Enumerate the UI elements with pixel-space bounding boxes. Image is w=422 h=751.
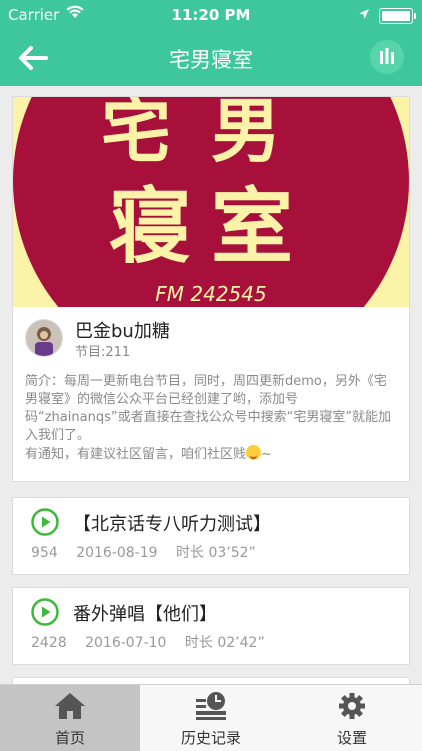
episode-title: 番外弹唱【他们】	[73, 604, 217, 625]
status-bar: Carrier 11:20 PM	[0, 0, 422, 30]
avatar[interactable]	[25, 319, 63, 357]
description-note-tail: ~	[261, 447, 272, 462]
play-icon[interactable]	[31, 508, 59, 536]
episode-list-item[interactable]: 番外弹唱【他们】 2428 2016-07-10 时长 02’42”	[12, 587, 410, 665]
bars-icon	[380, 48, 394, 64]
page-title: 宅男寝室	[169, 48, 253, 72]
cover-title-line2: 寝室	[109, 180, 313, 275]
program-cover-image: 宅男 寝室 FM 242545	[13, 97, 409, 307]
tab-settings[interactable]: 设置	[282, 685, 422, 751]
location-arrow-icon	[359, 9, 369, 19]
description-text: 简介：每周一更新电台节目，同时，周四更新demo，另外《宅男寝室》的微信公众平台…	[25, 374, 392, 443]
play-icon[interactable]	[31, 598, 59, 626]
host-name: 巴金bu加糖	[75, 321, 170, 342]
episode-count: 节目:211	[75, 345, 131, 360]
smile-emoji-icon	[246, 445, 262, 460]
battery-icon	[379, 8, 416, 24]
episode-date: 2016-08-19	[76, 545, 158, 561]
tab-label: 设置	[336, 729, 367, 747]
settings-icon	[339, 693, 365, 719]
episode-title: 【北京话专八听力测试】	[73, 514, 271, 535]
stats-button[interactable]	[370, 40, 404, 74]
host-row[interactable]: 巴金bu加糖 节目:211	[25, 319, 399, 360]
cover-title-line1: 宅男	[101, 97, 321, 172]
description-note-text: 有通知，有建议社区留言，咱们社区贱	[25, 447, 247, 462]
nav-bar: 宅男寝室	[0, 30, 422, 86]
episode-date: 2016-07-10	[85, 635, 167, 651]
cover-fm-label: FM 242545	[155, 282, 266, 306]
episode-meta: 954 2016-08-19 时长 03’52”	[31, 542, 270, 562]
description-note: 有通知，有建议社区留言，咱们社区贱 ~	[25, 445, 397, 464]
history-icon	[196, 692, 226, 720]
episode-duration: 时长 02’42”	[184, 635, 265, 651]
program-description: 简介：每周一更新电台节目，同时，周四更新demo，另外《宅男寝室》的微信公众平台…	[25, 373, 397, 464]
play-count: 2428	[31, 635, 67, 651]
episode-duration: 时长 03’52”	[176, 545, 256, 561]
tab-home[interactable]: 首页	[0, 685, 140, 751]
episode-list-item[interactable]: 【北京话专八听力测试】 954 2016-08-19 时长 03’52”	[12, 497, 410, 575]
tab-label: 历史记录	[180, 729, 241, 747]
play-count: 954	[31, 545, 58, 561]
home-icon	[55, 693, 85, 719]
episode-meta: 2428 2016-07-10 时长 02’42”	[31, 632, 279, 652]
tab-bar: 首页 历史记录 设置	[0, 684, 422, 751]
tab-label: 首页	[54, 729, 85, 747]
tab-history[interactable]: 历史记录	[141, 685, 281, 751]
program-info-card: 宅男 寝室 FM 242545 巴金bu加糖 节目:211 简介：每周一更新电台…	[12, 96, 410, 482]
